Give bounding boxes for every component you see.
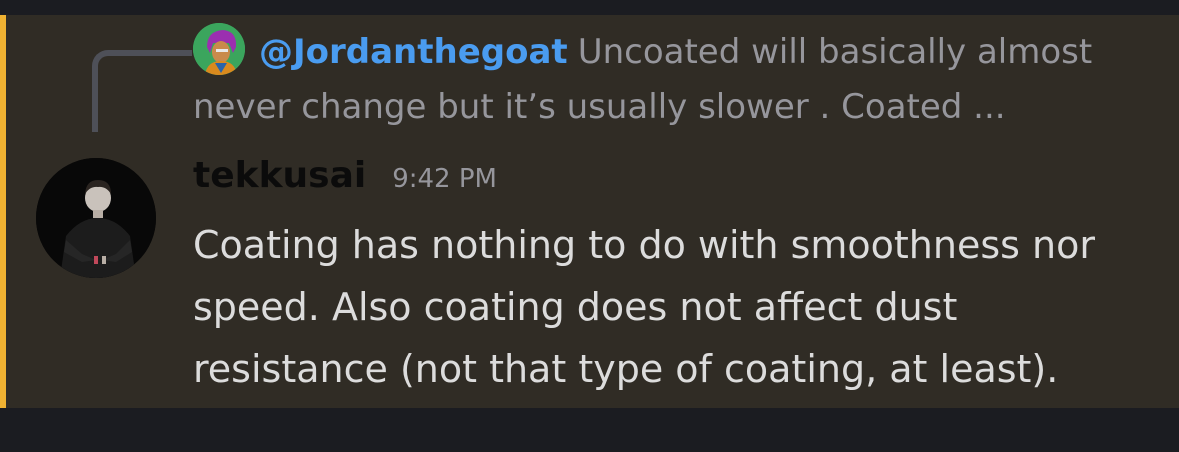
timestamp[interactable]: 9:42 PM xyxy=(392,164,497,194)
username[interactable]: tekkusai xyxy=(193,155,366,196)
message-content: Coating has nothing to do with smoothnes… xyxy=(193,223,1095,391)
reply-preview[interactable]: @Jordanthegoat Uncoated will basically al… xyxy=(193,25,1143,135)
reply-mention[interactable]: @Jordanthegoat xyxy=(259,32,568,72)
mention-highlight-bar xyxy=(0,15,6,408)
author-avatar-image xyxy=(36,158,156,278)
message-header: tekkusai 9:42 PM xyxy=(193,155,497,207)
chat-view: @Jordanthegoat Uncoated will basically al… xyxy=(0,0,1179,452)
message-item[interactable]: @Jordanthegoat Uncoated will basically al… xyxy=(0,15,1179,408)
author-avatar[interactable] xyxy=(36,158,156,278)
reply-connector-line xyxy=(92,50,192,132)
